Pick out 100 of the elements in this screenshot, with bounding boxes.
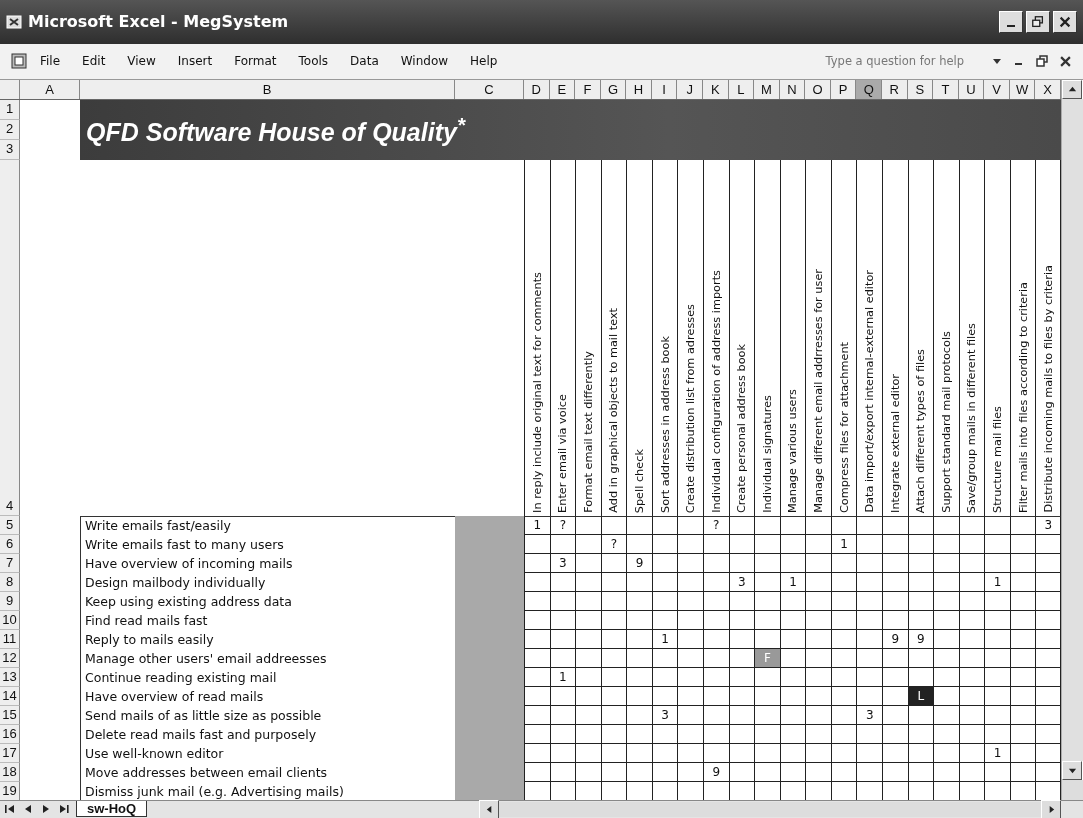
- matrix-cell: [830, 553, 857, 573]
- matrix-cell: [779, 705, 806, 725]
- matrix-cell: [933, 743, 959, 763]
- column-header[interactable]: D: [524, 79, 550, 99]
- matrix-cell: [754, 534, 780, 554]
- row-header[interactable]: 2: [0, 119, 20, 140]
- first-sheet-icon[interactable]: [4, 803, 16, 816]
- column-header[interactable]: O: [805, 79, 831, 99]
- column-header[interactable]: H: [626, 79, 652, 99]
- matrix-cell: 9: [626, 553, 652, 573]
- column-header[interactable]: V: [984, 79, 1010, 99]
- menu-item[interactable]: Window: [400, 54, 449, 69]
- matrix-cell: [754, 686, 780, 706]
- column-header[interactable]: S: [907, 79, 934, 99]
- document-icon[interactable]: [10, 52, 28, 71]
- close-icon[interactable]: [1060, 55, 1071, 67]
- matrix-cell: [830, 591, 857, 611]
- column-header[interactable]: M: [754, 79, 780, 99]
- matrix-cell: [728, 515, 755, 535]
- last-sheet-icon[interactable]: [58, 803, 70, 816]
- matrix-cell: 1: [549, 667, 576, 687]
- column-heading: Attach different types of files: [914, 348, 928, 513]
- matrix-cell: [651, 534, 678, 554]
- matrix-cell: 9: [882, 629, 908, 649]
- matrix-cell: [549, 534, 576, 554]
- matrix-cell: [651, 553, 678, 573]
- sheet-tab[interactable]: sw-HoQ: [76, 801, 148, 818]
- row-header[interactable]: 1: [0, 99, 20, 120]
- matrix-cell: [958, 610, 985, 630]
- column-header[interactable]: W: [1009, 79, 1036, 99]
- matrix-cell: [575, 762, 601, 782]
- matrix-cell: [984, 610, 1010, 630]
- column-header[interactable]: C: [455, 79, 524, 99]
- matrix-cell: [805, 534, 831, 554]
- requirement-cell: Write emails fast/easily: [80, 515, 455, 535]
- menu-item[interactable]: Insert: [177, 54, 213, 69]
- matrix-cell: [575, 629, 601, 649]
- column-header[interactable]: X: [1035, 79, 1061, 99]
- matrix-cell: [651, 515, 678, 535]
- menu-item[interactable]: Help: [470, 54, 498, 69]
- minimize-button[interactable]: [999, 10, 1023, 33]
- matrix-cell: [805, 743, 831, 763]
- column-header[interactable]: T: [933, 79, 959, 99]
- matrix-cell: [1009, 572, 1036, 592]
- matrix-cell: [830, 648, 857, 668]
- menu-item[interactable]: File: [40, 54, 61, 69]
- column-heading: Create personal address book: [735, 343, 749, 513]
- restore-button[interactable]: [1026, 10, 1050, 33]
- matrix-cell: [677, 629, 703, 649]
- matrix-cell: 1: [830, 534, 857, 554]
- matrix-cell: [1035, 534, 1061, 554]
- matrix-cell: 1: [524, 515, 550, 535]
- menu-item[interactable]: Data: [350, 54, 379, 69]
- column-header[interactable]: A: [20, 79, 80, 99]
- matrix-cell: [728, 534, 755, 554]
- matrix-cell: [984, 762, 1010, 782]
- matrix-cell: [677, 591, 703, 611]
- menu-item[interactable]: Tools: [298, 54, 329, 69]
- spreadsheet-icon: [6, 13, 22, 30]
- column-header[interactable]: R: [882, 79, 908, 99]
- close-button[interactable]: [1053, 10, 1077, 33]
- help-search-field[interactable]: Type a question for help: [825, 54, 964, 69]
- row-header[interactable]: 4: [0, 159, 20, 516]
- matrix-cell: [677, 553, 703, 573]
- matrix-cell: [805, 724, 831, 744]
- matrix-cell: [933, 572, 959, 592]
- column-header[interactable]: N: [779, 79, 806, 99]
- matrix-cell: [1035, 743, 1061, 763]
- column-header[interactable]: G: [600, 79, 627, 99]
- matrix-cell: [575, 572, 601, 592]
- matrix-cell: [805, 572, 831, 592]
- menu-item[interactable]: View: [127, 54, 156, 69]
- row-header[interactable]: 3: [0, 139, 20, 160]
- column-header[interactable]: B: [80, 79, 455, 99]
- matrix-cell: [779, 743, 806, 763]
- matrix-cell: [728, 591, 755, 611]
- column-header[interactable]: E: [549, 79, 576, 99]
- column-heading: Format email text differently: [581, 351, 595, 513]
- matrix-cell: [856, 648, 882, 668]
- matrix-cell: [575, 705, 601, 725]
- column-heading: Data import/export internal-external editor: [863, 270, 877, 513]
- matrix-cell: [779, 591, 806, 611]
- column-header[interactable]: K: [703, 79, 729, 99]
- scroll-right-button[interactable]: [1041, 800, 1061, 818]
- matrix-cell: [728, 686, 755, 706]
- menu-item[interactable]: Format: [234, 54, 277, 69]
- matrix-cell: [958, 743, 985, 763]
- matrix-cell: [575, 534, 601, 554]
- column-header[interactable]: U: [958, 79, 985, 99]
- matrix-cell: [703, 724, 729, 744]
- column-header[interactable]: J: [677, 79, 703, 99]
- matrix-cell: [1035, 724, 1061, 744]
- matrix-cell: [958, 686, 985, 706]
- matrix-cell: [651, 743, 678, 763]
- matrix-cell: [600, 686, 627, 706]
- column-header[interactable]: F: [575, 79, 601, 99]
- column-header[interactable]: I: [651, 79, 678, 99]
- restore-icon[interactable]: [1036, 55, 1048, 68]
- menu-item[interactable]: Edit: [82, 54, 106, 69]
- column-header[interactable]: L: [728, 79, 755, 99]
